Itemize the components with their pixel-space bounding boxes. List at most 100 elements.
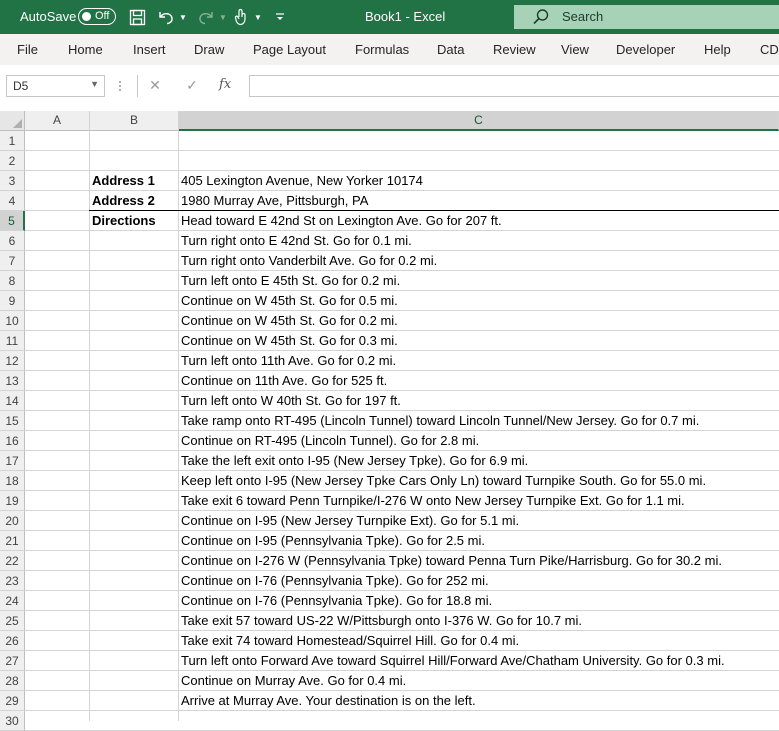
cell-c4[interactable]: 1980 Murray Ave, Pittsburgh, PA	[181, 191, 368, 211]
tab-developer[interactable]: Developer	[616, 42, 675, 57]
touch-mode-icon[interactable]	[232, 7, 250, 27]
tab-data[interactable]: Data	[437, 42, 464, 57]
autosave-toggle[interactable]: Off	[78, 8, 116, 25]
cell-c27[interactable]: Turn left onto Forward Ave toward Squirr…	[181, 651, 725, 671]
row-header-12[interactable]: 12	[0, 351, 25, 371]
row-header-5[interactable]: 5	[0, 211, 25, 231]
row-header-22[interactable]: 22	[0, 551, 25, 571]
cell-b5[interactable]: Directions	[92, 211, 156, 231]
tab-view[interactable]: View	[561, 42, 589, 57]
row-header-2[interactable]: 2	[0, 151, 25, 171]
row-header-3[interactable]: 3	[0, 171, 25, 191]
cell-c8[interactable]: Turn left onto E 45th St. Go for 0.2 mi.	[181, 271, 400, 291]
tab-draw[interactable]: Draw	[194, 42, 224, 57]
cancel-icon[interactable]: ✕	[145, 77, 165, 95]
redo-dropdown-icon[interactable]: ▼	[218, 7, 228, 27]
undo-dropdown-icon[interactable]: ▼	[178, 7, 188, 27]
row-header-28[interactable]: 28	[0, 671, 25, 691]
row-header-10[interactable]: 10	[0, 311, 25, 331]
row-header-21[interactable]: 21	[0, 531, 25, 551]
cell-c5[interactable]: Head toward E 42nd St on Lexington Ave. …	[181, 211, 502, 231]
row-header-25[interactable]: 25	[0, 611, 25, 631]
cell-c17[interactable]: Take the left exit onto I-95 (New Jersey…	[181, 451, 528, 471]
cell-c10[interactable]: Continue on W 45th St. Go for 0.2 mi.	[181, 311, 398, 331]
cell-c13[interactable]: Continue on 11th Ave. Go for 525 ft.	[181, 371, 387, 391]
cell-c19[interactable]: Take exit 6 toward Penn Turnpike/I-276 W…	[181, 491, 685, 511]
cell-b4[interactable]: Address 2	[92, 191, 155, 211]
row-header-26[interactable]: 26	[0, 631, 25, 651]
cell-c20[interactable]: Continue on I-95 (New Jersey Turnpike Ex…	[181, 511, 519, 531]
column-gridline	[178, 131, 179, 721]
row-header-14[interactable]: 14	[0, 391, 25, 411]
row-header-11[interactable]: 11	[0, 331, 25, 351]
toggle-knob	[82, 12, 91, 21]
row-header-20[interactable]: 20	[0, 511, 25, 531]
tab-home[interactable]: Home	[68, 42, 103, 57]
cell-c14[interactable]: Turn left onto W 40th St. Go for 197 ft.	[181, 391, 401, 411]
row-header-1[interactable]: 1	[0, 131, 25, 151]
cell-c28[interactable]: Continue on Murray Ave. Go for 0.4 mi.	[181, 671, 406, 691]
row-header-17[interactable]: 17	[0, 451, 25, 471]
row-gridline	[25, 370, 779, 371]
column-header-c[interactable]: C	[179, 111, 779, 131]
autosave-label: AutoSave	[20, 9, 77, 24]
touch-dropdown-icon[interactable]: ▼	[253, 7, 263, 27]
spreadsheet-grid: A B C 1 2 3 Address 1 405 Lexington Avenue, …	[0, 111, 779, 731]
row-header-4[interactable]: 4	[0, 191, 25, 211]
tab-help[interactable]: Help	[704, 42, 731, 57]
row-header-8[interactable]: 8	[0, 271, 25, 291]
row-header-6[interactable]: 6	[0, 231, 25, 251]
cell-c12[interactable]: Turn left onto 11th Ave. Go for 0.2 mi.	[181, 351, 396, 371]
tab-insert[interactable]: Insert	[133, 42, 166, 57]
undo-icon[interactable]	[156, 7, 176, 27]
tab-formulas[interactable]: Formulas	[355, 42, 409, 57]
search-box[interactable]: Search	[514, 5, 779, 29]
tab-review[interactable]: Review	[493, 42, 536, 57]
row-header-19[interactable]: 19	[0, 491, 25, 511]
row-gridline	[25, 290, 779, 291]
select-all-button[interactable]	[0, 111, 25, 131]
formula-bar-grip-icon[interactable]	[118, 80, 122, 92]
name-box-dropdown-icon[interactable]: ▼	[90, 79, 99, 89]
customize-qat-icon[interactable]	[273, 7, 287, 27]
cell-c11[interactable]: Continue on W 45th St. Go for 0.3 mi.	[181, 331, 398, 351]
row-header-18[interactable]: 18	[0, 471, 25, 491]
cell-b3[interactable]: Address 1	[92, 171, 155, 191]
row-header-27[interactable]: 27	[0, 651, 25, 671]
tab-file[interactable]: File	[17, 42, 38, 57]
cell-c9[interactable]: Continue on W 45th St. Go for 0.5 mi.	[181, 291, 398, 311]
row-header-9[interactable]: 9	[0, 291, 25, 311]
redo-icon[interactable]	[196, 7, 216, 27]
row-header-29[interactable]: 29	[0, 691, 25, 711]
row-header-24[interactable]: 24	[0, 591, 25, 611]
row-header-30[interactable]: 30	[0, 711, 25, 731]
row-header-23[interactable]: 23	[0, 571, 25, 591]
title-bar: AutoSave Off ▼ ▼ ▼ Book1 - Excel Search	[0, 0, 779, 34]
tab-cd[interactable]: CD>	[760, 42, 779, 57]
cell-c16[interactable]: Continue on RT-495 (Lincoln Tunnel). Go …	[181, 431, 479, 451]
cell-c6[interactable]: Turn right onto E 42nd St. Go for 0.1 mi…	[181, 231, 412, 251]
formula-input[interactable]	[249, 75, 779, 97]
cell-c3[interactable]: 405 Lexington Avenue, New Yorker 10174	[181, 171, 423, 191]
enter-icon[interactable]: ✓	[182, 77, 202, 95]
save-icon[interactable]	[127, 7, 147, 27]
tab-page-layout[interactable]: Page Layout	[253, 42, 326, 57]
row-header-7[interactable]: 7	[0, 251, 25, 271]
cell-c24[interactable]: Continue on I-76 (Pennsylvania Tpke). Go…	[181, 591, 492, 611]
cell-c26[interactable]: Take exit 74 toward Homestead/Squirrel H…	[181, 631, 519, 651]
row-header-16[interactable]: 16	[0, 431, 25, 451]
cell-c15[interactable]: Take ramp onto RT-495 (Lincoln Tunnel) t…	[181, 411, 699, 431]
row-header-13[interactable]: 13	[0, 371, 25, 391]
row-header-15[interactable]: 15	[0, 411, 25, 431]
name-box[interactable]: D5 ▼	[6, 75, 105, 97]
cell-c25[interactable]: Take exit 57 toward US-22 W/Pittsburgh o…	[181, 611, 582, 631]
cell-c21[interactable]: Continue on I-95 (Pennsylvania Tpke). Go…	[181, 531, 485, 551]
cell-c7[interactable]: Turn right onto Vanderbilt Ave. Go for 0…	[181, 251, 437, 271]
cell-c18[interactable]: Keep left onto I-95 (New Jersey Tpke Car…	[181, 471, 706, 491]
cell-c29[interactable]: Arrive at Murray Ave. Your destination i…	[181, 691, 476, 711]
cell-c23[interactable]: Continue on I-76 (Pennsylvania Tpke). Go…	[181, 571, 489, 591]
column-header-b[interactable]: B	[90, 111, 179, 131]
cell-c22[interactable]: Continue on I-276 W (Pennsylvania Tpke) …	[181, 551, 722, 571]
fx-icon[interactable]: fx	[219, 77, 231, 92]
column-header-a[interactable]: A	[25, 111, 90, 131]
